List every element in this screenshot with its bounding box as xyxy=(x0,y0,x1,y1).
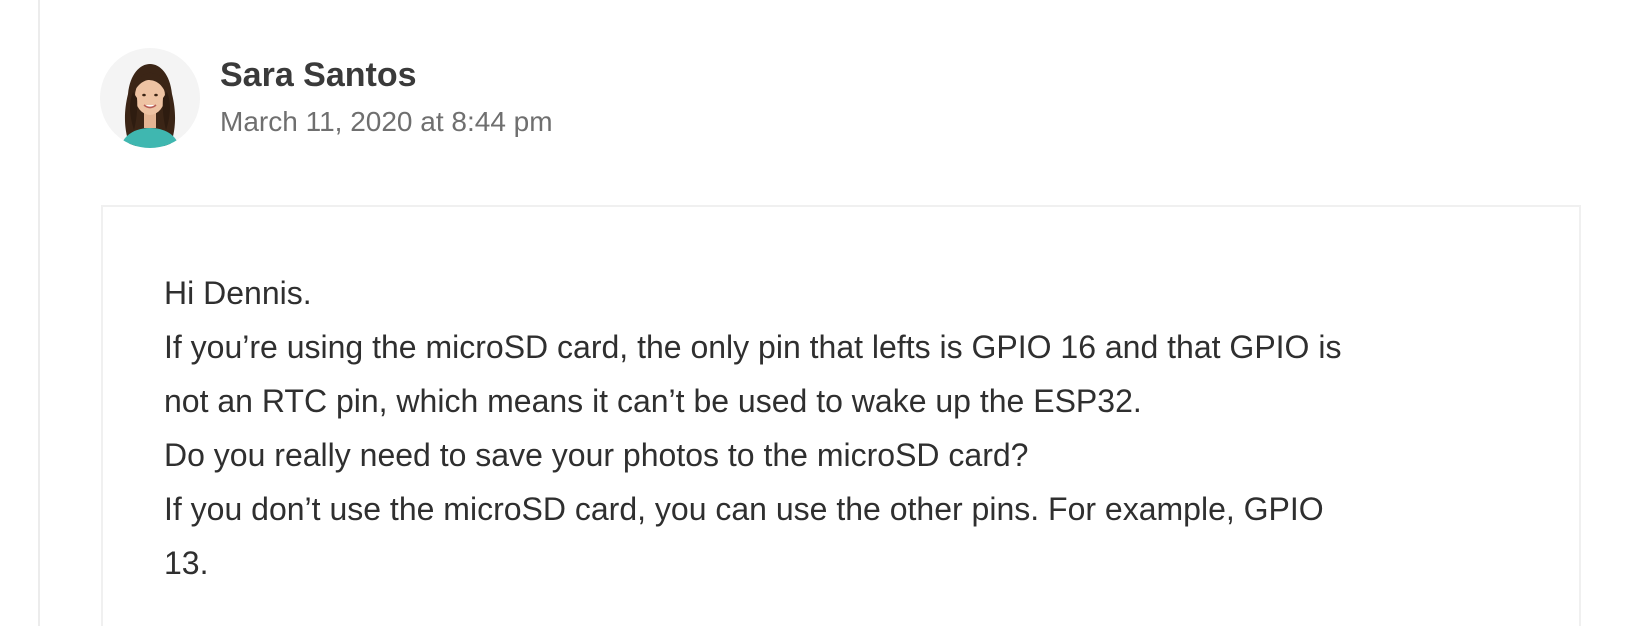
thread-divider xyxy=(38,0,40,626)
comment-header: Sara Santos March 11, 2020 at 8:44 pm xyxy=(100,48,553,148)
avatar-photo-icon xyxy=(100,48,200,148)
author-name[interactable]: Sara Santos xyxy=(220,54,553,96)
comment-page: Sara Santos March 11, 2020 at 8:44 pm Hi… xyxy=(0,0,1640,626)
avatar xyxy=(100,48,200,148)
comment-line: Do you really need to save your photos t… xyxy=(164,437,1029,473)
comment-timestamp[interactable]: March 11, 2020 at 8:44 pm xyxy=(220,104,553,140)
comment-line: If you’re using the microSD card, the on… xyxy=(164,329,1342,365)
comment-line: not an RTC pin, which means it can’t be … xyxy=(164,383,1142,419)
comment-line: Hi Dennis. xyxy=(164,275,312,311)
comment-body: Hi Dennis. If you’re using the microSD c… xyxy=(101,205,1581,626)
comment-line: 13. xyxy=(164,545,209,581)
comment-meta: Sara Santos March 11, 2020 at 8:44 pm xyxy=(220,48,553,140)
comment-line: If you don’t use the microSD card, you c… xyxy=(164,491,1324,527)
